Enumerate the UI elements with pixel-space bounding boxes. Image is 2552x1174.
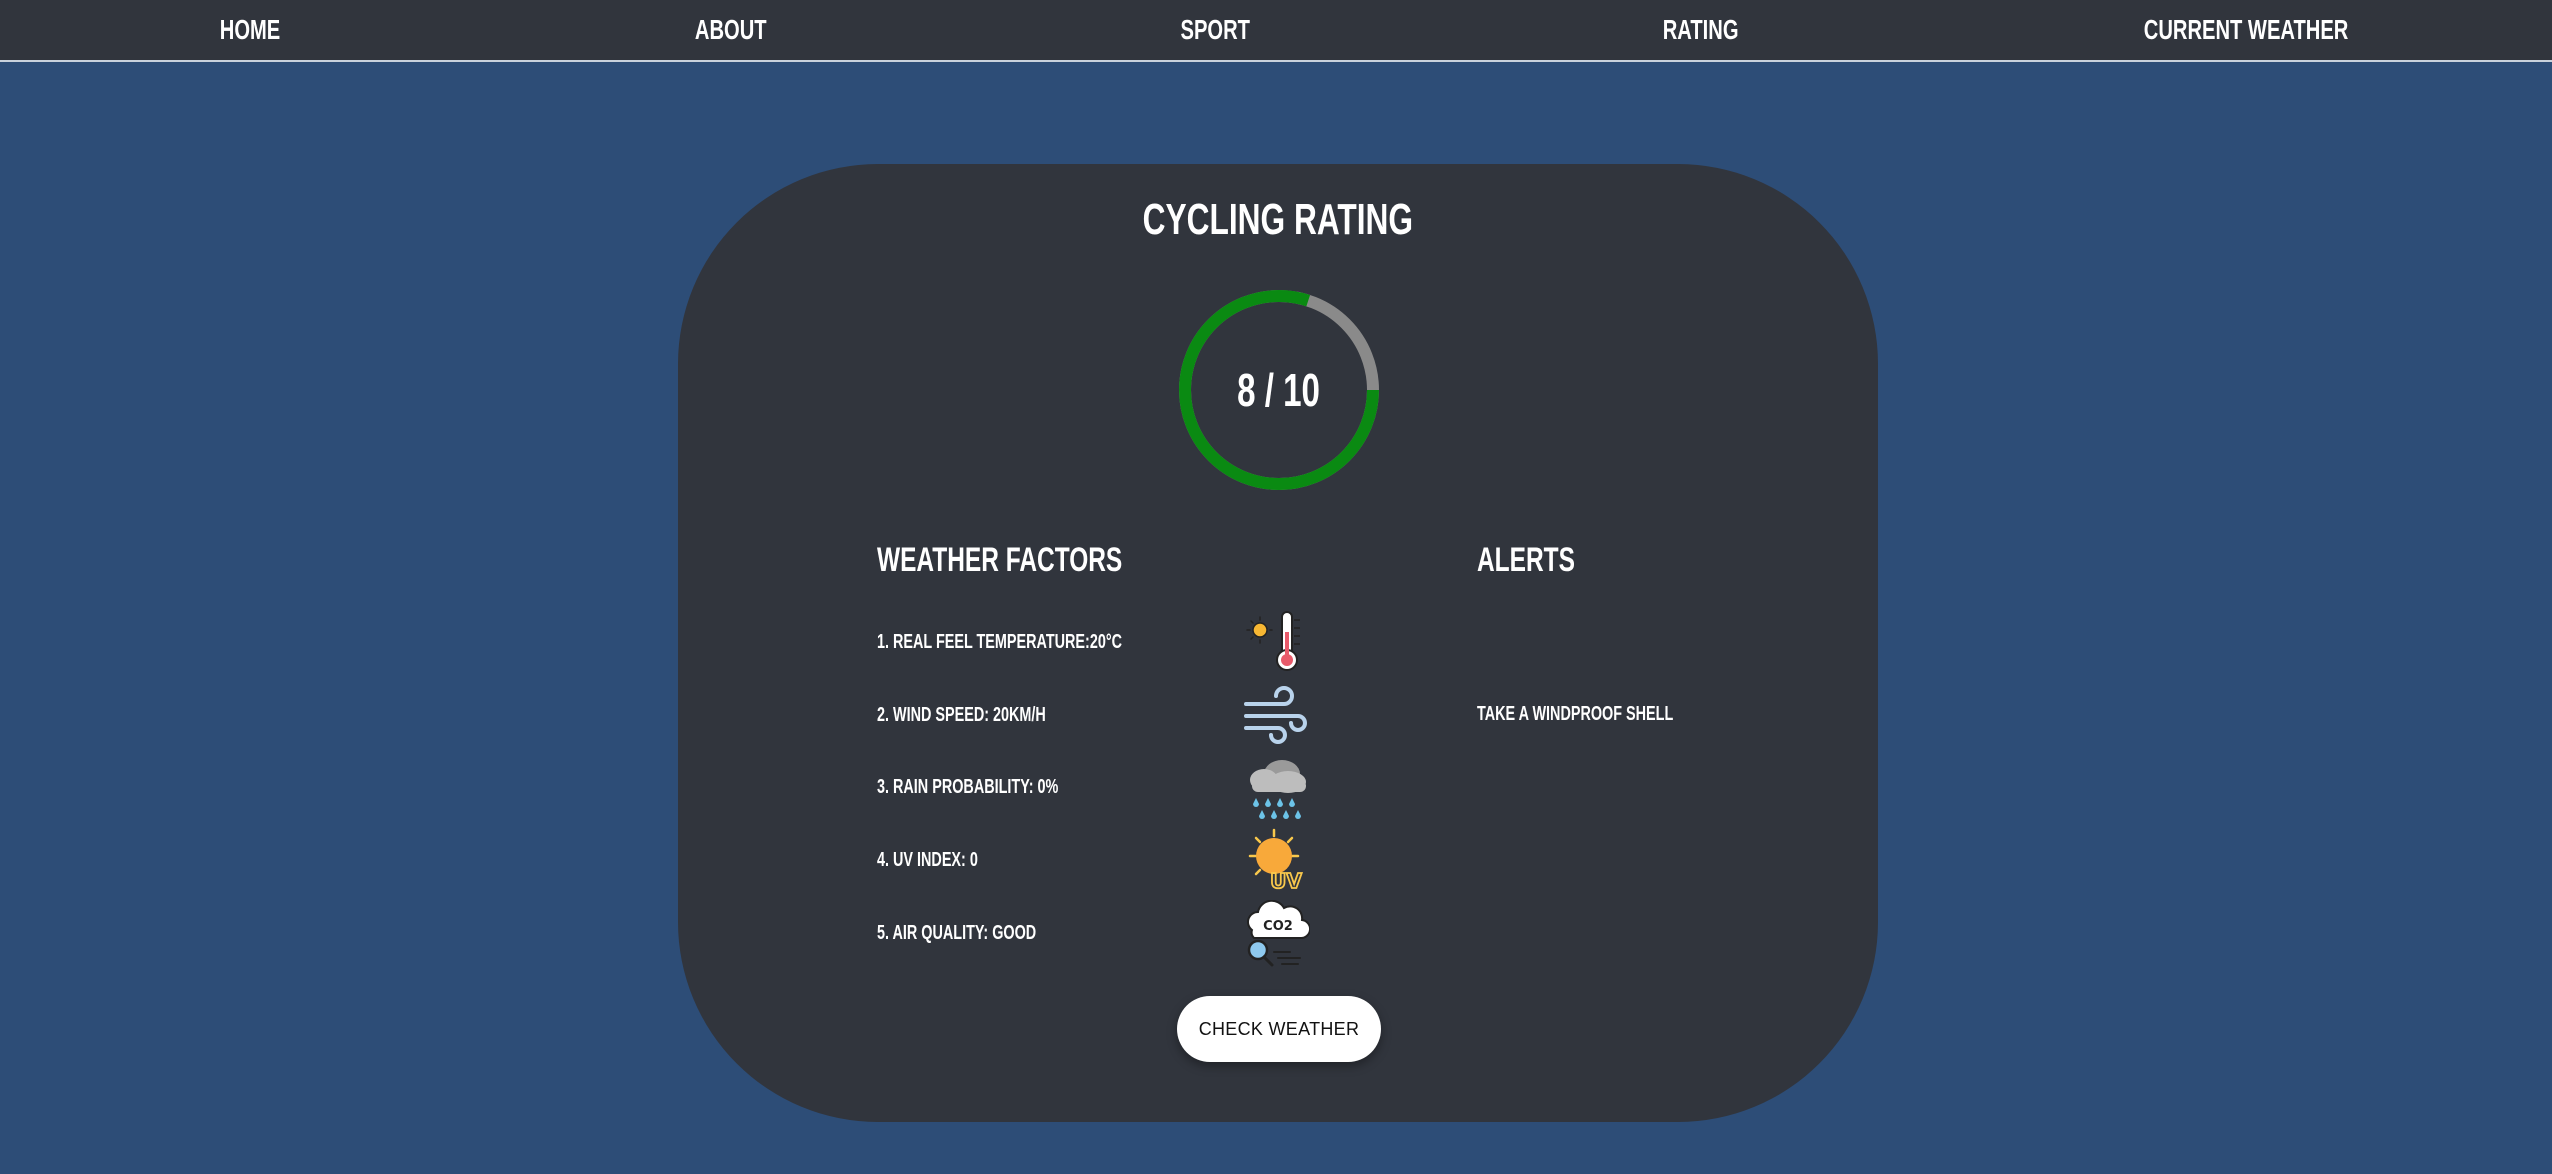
rain-cloud-icon [1250, 760, 1306, 819]
thermometer-icon [1246, 611, 1300, 671]
svg-text:UV: UV [1270, 869, 1302, 893]
nav-current-weather[interactable]: CURRENT WEATHER [2046, 10, 2446, 50]
nav-rating-label[interactable]: RATING [1663, 10, 1739, 50]
nav-sport[interactable]: SPORT [1015, 10, 1415, 50]
top-navbar: HOME ABOUT SPORT RATING CURRENT WEATHER [0, 0, 2552, 62]
card-title: CYCLING RATING [678, 192, 1878, 248]
nav-home[interactable]: HOME [50, 10, 450, 50]
card-title-text: CYCLING RATING [1142, 195, 1414, 244]
factor-row-air-quality: 5. AIR QUALITY: GOOD [877, 913, 1217, 953]
nav-home-label[interactable]: HOME [220, 10, 280, 50]
factor-label: 4. UV INDEX: 0 [877, 849, 978, 871]
alert-item-text: TAKE A WINDPROOF SHELL [1477, 703, 1674, 725]
rating-score-text: 8 / 10 [1237, 364, 1321, 416]
factor-label: 2. WIND SPEED: 20KM/H [877, 704, 1046, 726]
rating-score: 8 / 10 [1177, 288, 1381, 492]
nav-sport-label[interactable]: SPORT [1180, 10, 1249, 50]
uv-sun-icon: UV [1248, 828, 1303, 894]
rating-card: CYCLING RATING 8 / 10 WEATHER FACTORS AL… [678, 164, 1878, 1122]
weather-factors-heading-text: WEATHER FACTORS [877, 541, 1123, 579]
nav-about[interactable]: ABOUT [531, 10, 931, 50]
alerts-heading: ALERTS [1477, 538, 1613, 582]
factor-row-uv: 4. UV INDEX: 0 [877, 840, 1217, 880]
co2-cloud-icon: CO2 [1247, 900, 1310, 967]
nav-about-label[interactable]: ABOUT [695, 10, 767, 50]
factor-row-temperature: 1. REAL FEEL TEMPERATURE:20°C [877, 622, 1217, 662]
alerts-heading-text: ALERTS [1477, 541, 1575, 579]
nav-current-weather-label[interactable]: CURRENT WEATHER [2144, 10, 2349, 50]
wind-icon [1244, 686, 1307, 744]
svg-text:CO2: CO2 [1263, 919, 1293, 934]
factor-label: 5. AIR QUALITY: GOOD [877, 922, 1037, 944]
weather-factors-heading: WEATHER FACTORS [877, 538, 1218, 582]
factor-label: 3. RAIN PROBABILITY: 0% [877, 776, 1059, 798]
factor-row-rain: 3. RAIN PROBABILITY: 0% [877, 767, 1217, 807]
check-weather-button[interactable]: CHECK WEATHER [1177, 996, 1381, 1062]
nav-rating[interactable]: RATING [1501, 10, 1901, 50]
factor-label: 1. REAL FEEL TEMPERATURE:20°C [877, 631, 1123, 653]
alert-item: TAKE A WINDPROOF SHELL [1477, 694, 1837, 734]
factor-row-wind: 2. WIND SPEED: 20KM/H [877, 695, 1217, 735]
